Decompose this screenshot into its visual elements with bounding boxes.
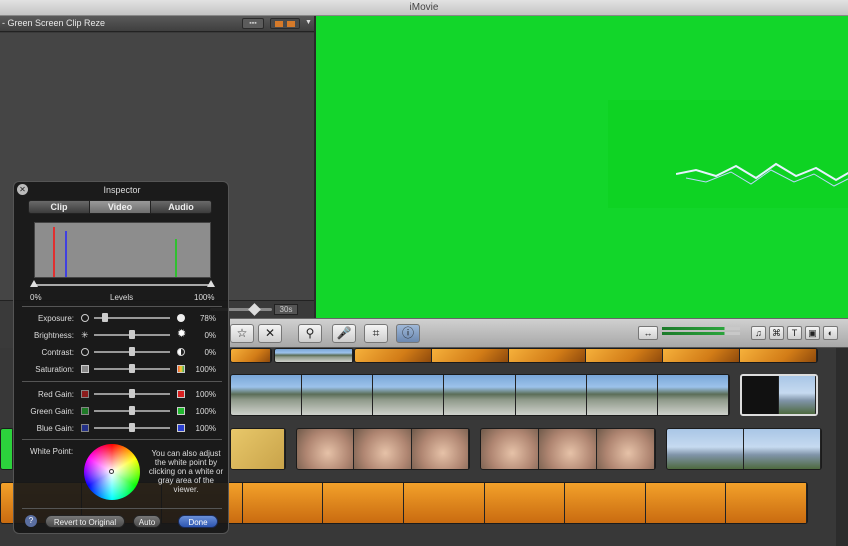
levels-min-value: 0% [30,293,42,302]
saturation-slider-knob[interactable] [129,364,135,373]
contrast-value: 0% [204,348,216,357]
exposure-low-icon [81,314,89,322]
inspector-tabs: Clip Video Audio [28,200,212,214]
blue-gain-label: Blue Gain: [36,424,74,433]
down-triangle-icon [287,21,295,27]
contrast-label: Contrast: [41,348,74,357]
timeline-clip[interactable] [230,428,286,470]
timeline-clip[interactable] [274,348,354,363]
exposure-high-icon [177,314,185,322]
tab-audio[interactable]: Audio [151,201,211,213]
timeline-clip[interactable] [0,428,14,470]
edit-toolbar: ☆ ✕ ⚲ 🎤 ⌗ ⓘ ↔ ♫ ⌘ T ▣ ◐ [230,318,848,348]
photo-browser-button[interactable]: ⌘ [769,326,784,340]
contrast-high-icon [177,348,185,356]
window-title: iMovie [0,0,848,16]
levels-max-knob[interactable] [207,280,215,287]
divider [22,439,222,440]
view-options-button[interactable]: ▪▪▪ [242,18,264,29]
white-point-label: White Point: [30,447,74,456]
divider [22,508,222,509]
zoom-slider-knob[interactable] [248,303,261,316]
green-gain-value: 100% [195,407,216,416]
red-low-icon [81,390,89,398]
tab-video[interactable]: Video [90,201,151,213]
crop-button[interactable]: ⌗ [364,324,388,343]
keyword-button[interactable]: ⚲ [298,324,322,343]
audio-skimming-button[interactable]: ↔ [638,326,658,340]
brightness-slider-knob[interactable] [129,330,135,339]
reject-button[interactable]: ✕ [258,324,282,343]
auto-button[interactable]: Auto [133,515,161,528]
blue-high-icon [177,424,185,432]
favorite-button[interactable]: ☆ [230,324,254,343]
tab-clip[interactable]: Clip [29,201,90,213]
blue-gain-slider-knob[interactable] [129,423,135,432]
dropdown-icon[interactable]: ▼ [305,19,312,26]
blue-gain-value: 100% [195,424,216,433]
help-button[interactable]: ? [25,515,37,527]
contrast-slider-knob[interactable] [129,347,135,356]
timeline-clip[interactable] [296,428,470,470]
timeline-clip[interactable] [480,428,656,470]
video-viewer[interactable] [314,16,848,318]
brightness-high-icon: ✹ [177,328,187,340]
timeline-clip[interactable] [230,374,730,416]
exposure-label: Exposure: [37,314,74,323]
timeline-clip[interactable] [230,348,272,363]
exposure-slider-knob[interactable] [102,313,109,322]
brightness-value: 0% [204,331,216,340]
saturation-low-icon [81,365,89,373]
red-gain-value: 100% [195,390,216,399]
title-browser-button[interactable]: T [787,326,802,340]
red-gain-label: Red Gain: [37,390,74,399]
saturation-label: Saturation: [35,365,74,374]
levels-min-knob[interactable] [30,280,38,287]
brightness-low-icon: ✳ [81,330,89,340]
green-low-icon [81,407,89,415]
saturation-value: 100% [195,365,216,374]
inspector-panel: ✕ Inspector Clip Video Audio 0% Levels 1… [13,181,229,534]
levels-slider-track[interactable] [34,284,211,286]
white-point-help-text: You can also adjust the white point by c… [148,449,224,494]
timeline-clip[interactable] [354,348,818,363]
divider [22,306,222,307]
green-gain-label: Green Gain: [30,407,74,416]
contrast-low-icon [81,348,89,356]
inspector-title: Inspector [103,185,141,195]
levels-max-value: 100% [194,293,215,302]
duration-badge[interactable]: 30s [274,304,298,315]
transition-browser-button[interactable]: ▣ [805,326,820,340]
saturation-high-icon [177,365,185,373]
music-browser-button[interactable]: ♫ [751,326,766,340]
film-icon [275,21,283,27]
inspector-button[interactable]: ⓘ [396,324,420,343]
volume-meter [662,325,740,341]
levels-histogram [34,222,211,278]
divider [22,381,222,382]
green-gain-slider-knob[interactable] [129,406,135,415]
red-high-icon [177,390,185,398]
revert-to-original-button[interactable]: Revert to Original [45,515,125,528]
maps-browser-button[interactable]: ◐ [823,326,838,340]
event-title: - Green Screen Clip Reze [2,18,106,28]
display-mode-button[interactable] [270,18,300,29]
levels-label: Levels [110,293,134,302]
voiceover-button[interactable]: 🎤 [332,324,356,343]
timeline-clip[interactable] [666,428,822,470]
exposure-value: 78% [199,314,216,323]
event-browser-bar: - Green Screen Clip Reze ▪▪▪ ▼ [0,16,314,32]
green-high-icon [177,407,185,415]
lightning-effect-icon [676,162,848,187]
blue-low-icon [81,424,89,432]
white-point-marker[interactable] [109,469,114,474]
timeline-scrollbar[interactable] [836,348,848,546]
brightness-label: Brightness: [33,331,74,340]
red-gain-slider-knob[interactable] [129,389,135,398]
timeline-clip-selected[interactable] [740,374,818,416]
done-button[interactable]: Done [178,515,218,528]
